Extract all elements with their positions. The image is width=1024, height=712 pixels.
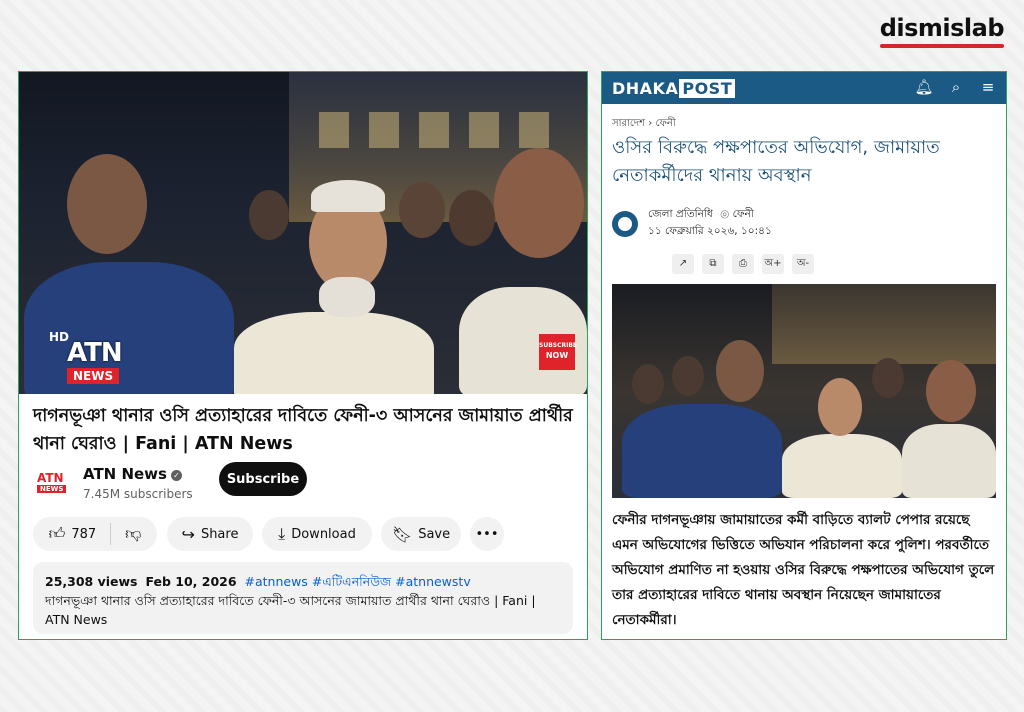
video-title: দাগনভূঞা থানার ওসি প্রত্যাহারের দাবিতে ফ…: [33, 406, 573, 454]
more-button[interactable]: •••: [470, 517, 504, 551]
menu-icon[interactable]: ≡: [978, 78, 998, 96]
share-label: Share: [200, 526, 239, 542]
search-icon[interactable]: ⌕: [946, 78, 966, 96]
video-player[interactable]: HD ATN NEWS SUBSCRIBE NOW: [19, 72, 587, 394]
hashtag[interactable]: #atnnewstv: [395, 574, 471, 589]
person-police: [622, 404, 782, 498]
video-window: [519, 112, 549, 148]
person-elder: [782, 434, 902, 498]
description-box[interactable]: 25,308 views Feb 10, 2026 #atnnews #এটিএ…: [33, 562, 573, 634]
subscribe-button[interactable]: Subscribe: [219, 462, 307, 496]
logo-left: DHAKA: [612, 78, 679, 98]
site-header: DHAKA POST 🔔︎ ⌕ ≡: [602, 72, 1006, 104]
youtube-panel: HD ATN NEWS SUBSCRIBE NOW দাগনভূঞা থানার…: [18, 71, 588, 640]
like-icon[interactable]: 👍︎: [49, 524, 66, 544]
brand-name: dismislab: [879, 14, 1005, 42]
header-icons: 🔔︎ ⌕ ≡: [914, 78, 998, 96]
share-button[interactable]: ↪ Share: [167, 517, 253, 551]
view-count: 25,308 views: [45, 574, 138, 589]
person-head: [818, 378, 862, 436]
subscriber-count: 7.45M subscribers: [83, 487, 193, 501]
like-count[interactable]: 787: [71, 527, 96, 542]
badge-line-1: SUBSCRIBE: [539, 342, 578, 349]
article-title: ওসির বিরুদ্ধে পক্ষপাতের অভিযোগ, জামায়াত…: [612, 137, 940, 186]
video-window: [419, 112, 449, 148]
action-bar: 👍︎ 787 👎︎ ↪ Share ⤓ Download 🔖︎ Save •••: [33, 517, 583, 551]
font-decrease-button[interactable]: অ-: [792, 254, 814, 274]
person-head: [67, 154, 147, 254]
save-button[interactable]: 🔖︎ Save: [381, 517, 461, 551]
video-window: [469, 112, 499, 148]
person-head: [926, 360, 976, 422]
person-head: [494, 148, 584, 258]
atn-logo: HD ATN NEWS: [49, 330, 129, 386]
channel-name-row[interactable]: ATN News ✓: [83, 465, 182, 483]
publish-datetime: ১১ ফেব্রুয়ারি ২০২৬, ১০:৪১: [648, 225, 772, 237]
author-block: জেলা প্রতিনিধি ◎ ফেনী ১১ ফেব্রুয়ারি ২০২…: [612, 207, 996, 247]
location-icon: ◎: [720, 208, 730, 220]
author-location: ফেনী: [732, 208, 754, 220]
hashtag[interactable]: #atnnews: [245, 574, 308, 589]
channel-avatar[interactable]: ATN NEWS: [33, 465, 73, 503]
article-tools: ↗ ⧉ ⎙ অ+ অ-: [672, 254, 814, 274]
share-icon: ↪: [181, 524, 195, 544]
description-meta: 25,308 views Feb 10, 2026 #atnnews #এটিএ…: [45, 572, 561, 591]
person-head: [872, 358, 904, 398]
person-right: [902, 424, 996, 498]
download-icon: ⤓: [278, 524, 286, 543]
subscribe-now-badge: SUBSCRIBE NOW: [539, 334, 578, 370]
font-increase-button[interactable]: অ+: [762, 254, 784, 274]
article-image: [612, 284, 996, 498]
person-head: [716, 340, 764, 402]
download-label: Download: [291, 526, 356, 542]
video-window: [319, 112, 349, 148]
person-elder: [234, 312, 434, 394]
person-head: [632, 364, 664, 404]
person-head: [249, 190, 289, 240]
person-head: [672, 356, 704, 396]
like-dislike-group: 👍︎ 787 👎︎: [33, 517, 157, 551]
breadcrumb-item[interactable]: ফেনী: [655, 118, 675, 129]
hashtag[interactable]: #এটিএননিউজ: [312, 574, 391, 589]
atn-logo-text: ATN: [67, 338, 123, 368]
print-icon[interactable]: ⎙: [732, 254, 754, 274]
description-text: দাগনভূঞা থানার ওসি প্রত্যাহারের দাবিতে ফ…: [45, 593, 536, 627]
copy-icon[interactable]: ⧉: [702, 254, 724, 274]
dhakapost-panel: DHAKA POST 🔔︎ ⌕ ≡ সারাদেশ › ফেনী ওসির বি…: [601, 71, 1007, 640]
person-beard: [319, 277, 375, 317]
atn-logo-news: NEWS: [67, 368, 120, 384]
verified-icon: ✓: [170, 470, 182, 481]
avatar-text-bottom: NEWS: [37, 485, 67, 493]
brand-underline: [880, 44, 1004, 48]
breadcrumb: সারাদেশ › ফেনী: [612, 116, 676, 133]
video-window: [369, 112, 399, 148]
person-head: [399, 182, 445, 238]
channel-row: ATN NEWS ATN News ✓ 7.45M subscribers Sub…: [33, 462, 573, 505]
download-button[interactable]: ⤓ Download: [262, 517, 372, 551]
dislike-icon[interactable]: 👎︎: [125, 524, 141, 544]
divider: [110, 523, 112, 545]
dismislab-logo: dismislab: [879, 14, 1005, 48]
channel-name[interactable]: ATN News: [83, 465, 167, 483]
article-body: ফেনীর দাগনভূঞায় জামায়াতের কর্মী বাড়িত…: [612, 512, 995, 628]
more-icon: •••: [475, 526, 499, 542]
author-avatar: [612, 211, 638, 237]
hd-label: HD: [49, 330, 70, 344]
share-icon[interactable]: ↗: [672, 254, 694, 274]
author-line: জেলা প্রতিনিধি ◎ ফেনী: [648, 207, 754, 224]
author-name[interactable]: জেলা প্রতিনিধি: [648, 208, 713, 220]
save-label: Save: [418, 526, 451, 542]
dhakapost-logo[interactable]: DHAKA POST: [612, 78, 736, 98]
image-building: [772, 284, 996, 364]
bell-icon[interactable]: 🔔︎: [914, 78, 934, 96]
logo-right: POST: [679, 78, 736, 98]
bookmark-icon: 🔖︎: [391, 524, 413, 544]
badge-line-2: NOW: [545, 351, 569, 360]
breadcrumb-separator: ›: [648, 118, 653, 129]
person-cap: [311, 180, 385, 212]
upload-date: Feb 10, 2026: [145, 574, 237, 589]
breadcrumb-item[interactable]: সারাদেশ: [612, 118, 645, 129]
avatar-text-top: ATN: [37, 471, 64, 485]
person-head: [449, 190, 495, 246]
